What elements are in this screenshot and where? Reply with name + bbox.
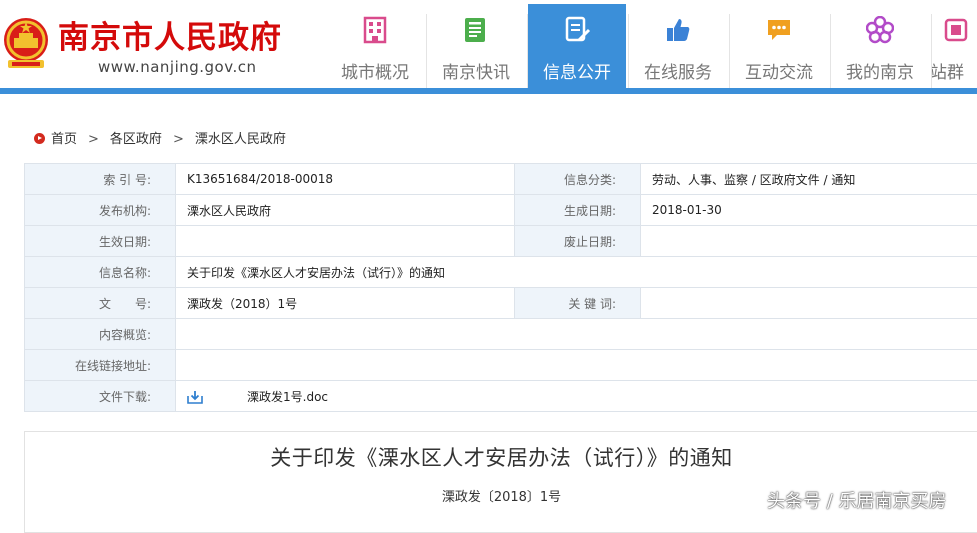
summary-value [176, 319, 977, 350]
effective-date-label: 生效日期: [25, 226, 176, 257]
site-name[interactable]: 南京市人民政府 [58, 12, 282, 57]
breadcrumb-district-governments[interactable]: 各区政府 [110, 132, 162, 147]
keywords-value [641, 288, 977, 319]
home-icon [34, 133, 45, 144]
download-icon[interactable] [187, 390, 203, 404]
document-panel: 关于印发《溧水区人才安居办法（试行）》的通知 溧政发〔2018〕1号 [24, 431, 977, 533]
site-url[interactable]: www.nanjing.gov.cn [98, 58, 256, 76]
national-emblem-icon [2, 14, 50, 72]
breadcrumb-home[interactable]: 首页 [51, 132, 77, 147]
nav-item-my-nanjing[interactable]: 我的南京 [831, 4, 929, 88]
expire-date-value [641, 226, 977, 257]
table-row: 文 号: 溧政发（2018）1号 关 键 词: [25, 288, 977, 319]
index-label: 索 引 号: [25, 164, 176, 195]
index-value: K13651684/2018-00018 [176, 164, 515, 195]
info-metadata-table: 索 引 号: K13651684/2018-00018 信息分类: 劳动、人事、… [24, 163, 977, 412]
table-row: 信息名称: 关于印发《溧水区人才安居办法（试行）》的通知 [25, 257, 977, 288]
category-label: 信息分类: [515, 164, 641, 195]
chat-bubble-icon [765, 16, 793, 44]
effective-date-value [176, 226, 515, 257]
table-row: 生效日期: 废止日期: [25, 226, 977, 257]
newspaper-icon [462, 16, 490, 44]
publisher-value: 溧水区人民政府 [176, 195, 515, 226]
download-label: 文件下载: [25, 381, 176, 412]
info-name-label: 信息名称: [25, 257, 176, 288]
thumbs-up-icon [664, 16, 692, 44]
sites-icon [942, 16, 970, 44]
table-row: 发布机构: 溧水区人民政府 生成日期: 2018-01-30 [25, 195, 977, 226]
breadcrumb-separator: > [88, 132, 99, 147]
doc-number-label: 文 号: [25, 288, 176, 319]
nav-label: 我的南京 [831, 58, 929, 83]
nav-item-interaction[interactable]: 互动交流 [730, 4, 828, 88]
header-accent-bar [0, 88, 977, 94]
keywords-label: 关 键 词: [515, 288, 641, 319]
document-edit-icon [563, 16, 591, 44]
table-row: 在线链接地址: [25, 350, 977, 381]
info-name-value: 关于印发《溧水区人才安居办法（试行）》的通知 [176, 257, 977, 288]
table-row: 文件下载: 溧政发1号.doc [25, 381, 977, 412]
download-file-link[interactable]: 溧政发1号.doc [247, 390, 328, 404]
online-link-value [176, 350, 977, 381]
nav-item-online-services[interactable]: 在线服务 [629, 4, 727, 88]
category-value: 劳动、人事、监察 / 区政府文件 / 通知 [641, 164, 977, 195]
table-row: 索 引 号: K13651684/2018-00018 信息分类: 劳动、人事、… [25, 164, 977, 195]
online-link-label: 在线链接地址: [25, 350, 176, 381]
breadcrumb-lishui-government[interactable]: 溧水区人民政府 [195, 132, 286, 147]
created-date-value: 2018-01-30 [641, 195, 977, 226]
nav-label: 城市概况 [326, 58, 424, 83]
nav-label: 信息公开 [528, 58, 626, 83]
site-header: 南京市人民政府 www.nanjing.gov.cn 城市概况 南京快讯 [0, 0, 977, 88]
breadcrumb: 首页 > 各区政府 > 溧水区人民政府 [34, 131, 286, 149]
building-icon [361, 16, 389, 44]
table-row: 内容概览: [25, 319, 977, 350]
plum-blossom-icon [866, 16, 894, 44]
nav-item-nanjing-news[interactable]: 南京快讯 [427, 4, 525, 88]
summary-label: 内容概览: [25, 319, 176, 350]
doc-number-value: 溧政发（2018）1号 [176, 288, 515, 319]
nav-label: 南京快讯 [427, 58, 525, 83]
expire-date-label: 废止日期: [515, 226, 641, 257]
nav-item-info-disclosure[interactable]: 信息公开 [528, 4, 626, 88]
document-title: 关于印发《溧水区人才安居办法（试行）》的通知 [25, 442, 977, 472]
created-date-label: 生成日期: [515, 195, 641, 226]
watermark-text: 头条号 / 乐居南京买房 [767, 487, 947, 513]
nav-label: 在线服务 [629, 58, 727, 83]
nav-item-sites[interactable]: 站群 [932, 4, 977, 88]
publisher-label: 发布机构: [25, 195, 176, 226]
breadcrumb-separator: > [173, 132, 184, 147]
nav-label: 互动交流 [730, 58, 828, 83]
nav-item-city-overview[interactable]: 城市概况 [326, 4, 424, 88]
nav-label: 站群 [932, 58, 964, 83]
download-cell: 溧政发1号.doc [176, 381, 977, 412]
